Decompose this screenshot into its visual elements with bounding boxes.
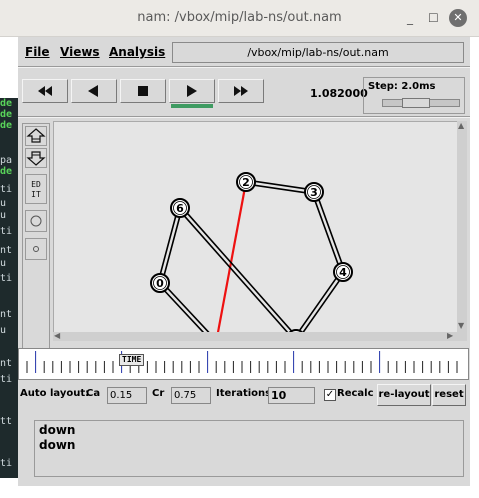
link-4-5[interactable] [293,270,343,339]
cr-label: Cr [152,388,165,399]
timeline-ticks [26,351,458,373]
scroll-up-icon[interactable]: ▲ [458,121,464,130]
vertical-scrollbar[interactable]: ▲ ▼ [457,121,467,341]
stop-button[interactable] [120,79,166,103]
step-slider[interactable] [382,98,460,108]
node-3[interactable]: 3 [304,182,324,202]
step-back-button[interactable] [71,79,117,103]
select-button[interactable] [25,238,47,260]
time-slider-handle[interactable]: TIME [119,354,145,366]
scroll-down-icon[interactable]: ▼ [458,321,464,330]
annotation-log[interactable]: down down [34,420,464,477]
stop-icon [138,86,148,96]
link-0-1[interactable] [160,281,219,343]
edit-button[interactable]: ED IT [25,174,47,204]
play-forward-button[interactable] [169,79,215,103]
menu-views-label: Views [60,45,100,59]
playing-indicator [171,104,213,108]
link-3-4[interactable] [315,191,346,272]
current-time: 1.082000 [310,87,368,100]
horizontal-scrollbar[interactable]: ◀ ▶ [53,331,457,341]
divider [18,116,470,118]
nam-client: File Views Analysis /vbox/mip/lab-ns/out… [18,37,470,486]
menu-analysis-label: Analysis [109,45,166,59]
zoom-in-button[interactable] [25,126,47,146]
log-line: down [39,423,76,437]
node-2[interactable]: 2 [236,172,256,192]
play-icon [187,85,197,97]
svg-text:IT: IT [31,190,41,199]
recalc-checkbox[interactable]: ✓ [324,389,336,401]
scroll-left-icon[interactable]: ◀ [54,331,60,340]
minimize-button[interactable]: _ [407,12,413,24]
dot-icon [33,246,39,252]
title-bar[interactable]: nam: /vbox/mip/lab-ns/out.nam _ ☐ ✕ [0,0,479,37]
menu-views[interactable]: Views [60,45,100,59]
zoom-out-button[interactable] [25,148,47,168]
rewind-button[interactable] [22,79,68,103]
maximize-button[interactable]: ☐ [428,12,439,24]
step-label: Step: 2.0ms [368,81,436,92]
fast-forward-button[interactable] [218,79,264,103]
link-0-6[interactable] [157,207,179,283]
divider [18,66,470,68]
iterations-input[interactable]: 10 [268,387,315,404]
node-label: 6 [176,202,184,215]
ca-label: Ca [86,388,101,399]
cr-input[interactable]: 0.75 [171,387,211,404]
svg-text:ED: ED [31,180,41,189]
network-canvas[interactable]: 0123456 [53,121,459,353]
scroll-right-icon[interactable]: ▶ [447,331,453,340]
network-graph[interactable]: 0123456 [54,122,458,353]
step-control: Step: 2.0ms [363,77,465,114]
menu-analysis[interactable]: Analysis [109,45,165,59]
menu-file[interactable]: File [25,45,50,59]
zoom-in-icon [26,128,46,143]
fast-forward-icon [234,86,248,96]
node-label: 2 [242,176,250,189]
ca-input[interactable]: 0.15 [107,387,147,404]
recalc-label: Recalc [337,388,374,399]
log-line: down [39,438,76,452]
node-0[interactable]: 0 [150,273,170,293]
relayout-button[interactable]: re-layout [377,384,431,406]
nam-window: nam: /vbox/mip/lab-ns/out.nam _ ☐ ✕ File… [0,0,479,498]
reset-button[interactable]: reset [432,384,466,406]
time-slider[interactable]: TIME [18,348,469,380]
iterations-label: Iterations [216,388,272,399]
zoom-out-icon [26,151,46,166]
circle-icon [30,215,42,227]
menu-file-label: File [25,45,50,59]
link-3-4[interactable] [311,192,342,273]
node-label: 0 [156,277,164,290]
monitor-button[interactable] [25,210,47,232]
link-0-6[interactable] [161,208,183,284]
link-6-5[interactable] [180,206,299,339]
node-label: 3 [310,186,318,199]
rewind-icon [38,86,52,96]
node-label: 4 [339,266,347,279]
node-6[interactable]: 6 [170,198,190,218]
edit-icon: EDIT [31,180,41,199]
view-toolbar: ED IT [22,123,50,351]
file-path-display: /vbox/mip/lab-ns/out.nam [172,42,464,63]
close-button[interactable]: ✕ [449,9,467,27]
node-4[interactable]: 4 [333,262,353,282]
play-backward-icon [88,85,98,97]
auto-layout-label: Auto layout: [20,388,90,399]
step-slider-handle[interactable] [402,98,430,108]
